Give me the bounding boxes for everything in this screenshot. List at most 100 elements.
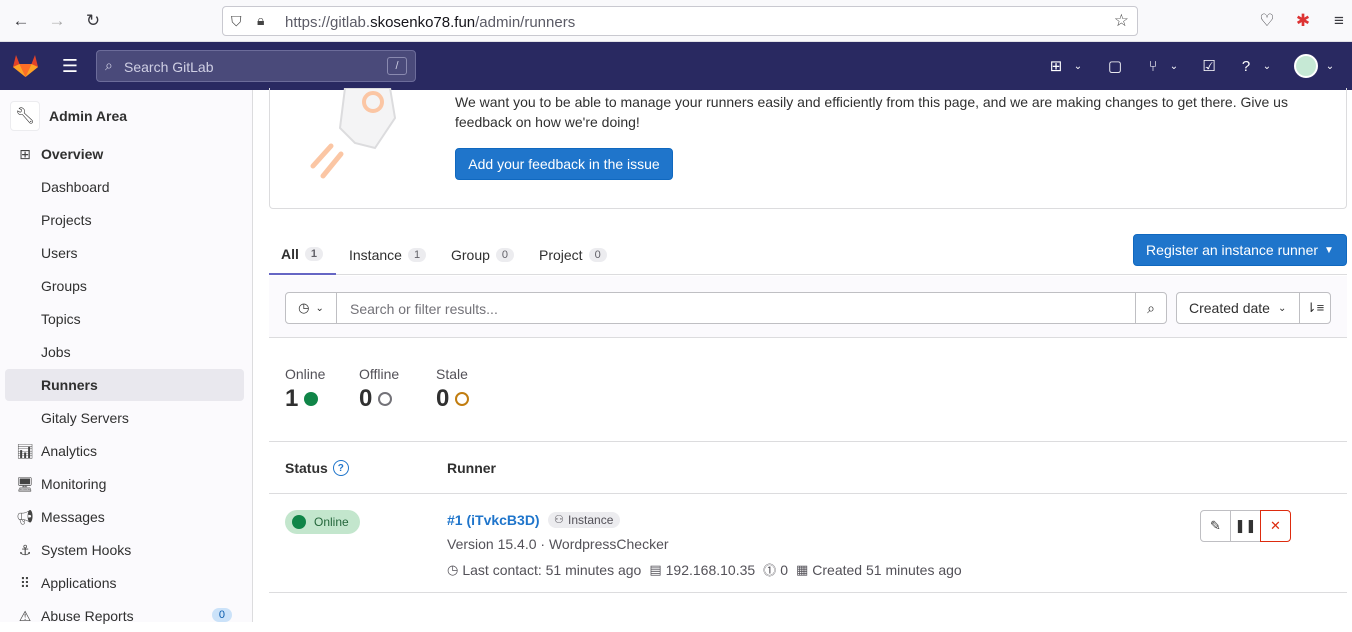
ip-address-icon: ▤ xyxy=(649,561,662,577)
reload-icon[interactable]: ↻ xyxy=(82,10,104,32)
delete-button[interactable]: ✕ xyxy=(1260,510,1291,542)
chevron-down-icon: ▼ xyxy=(1324,244,1334,256)
count-badge: 0 xyxy=(211,608,232,622)
sidebar-item-monitoring[interactable]: 🖥︎ Monitoring xyxy=(5,468,244,500)
new-item-icon[interactable]: ⊞ xyxy=(1046,56,1066,76)
sidebar-item-abuse-reports[interactable]: ⚠︎ Abuse Reports 0 xyxy=(5,600,244,632)
search-history-button[interactable]: ◷ ⌄ xyxy=(285,292,337,324)
sidebar-header[interactable]: 🔧︎ Admin Area xyxy=(10,100,127,132)
gitlab-top-nav: ☰ ⌕ Search GitLab / ⊞ ⌄ ▢ ⑂ ⌄ ☑ ? ⌄ ⌄ xyxy=(0,42,1352,90)
sidebar-item-topics[interactable]: Topics xyxy=(5,303,244,335)
question-circle-icon[interactable]: ? xyxy=(332,460,349,476)
offline-status-icon xyxy=(378,392,393,406)
register-runner-button[interactable]: Register an instance runner ▼ xyxy=(1133,234,1347,266)
sort-dropdown[interactable]: Created date ⌄ xyxy=(1176,292,1300,324)
pencil-icon: ✎ xyxy=(1210,518,1221,533)
table-row: Online #1 (iTvkcB3D) ⚇ Instance Version 1… xyxy=(269,494,1347,593)
sidebar-item-messages[interactable]: 📢︎ Messages xyxy=(5,501,244,533)
chevron-down-icon[interactable]: ⌄ xyxy=(1068,56,1088,76)
sidebar-item-system-hooks[interactable]: ⚓︎ System Hooks xyxy=(5,534,244,566)
tab-group[interactable]: Group 0 xyxy=(451,235,515,275)
pipeline-icon: ⓵ xyxy=(763,563,777,578)
rocket-illustration-icon xyxy=(310,88,397,179)
tab-instance[interactable]: Instance 1 xyxy=(349,235,427,275)
tab-project[interactable]: Project 0 xyxy=(539,235,607,275)
sidebar-item-jobs[interactable]: Jobs xyxy=(5,336,244,368)
analytics-icon: 📊︎ xyxy=(16,442,34,459)
hamburger-menu-icon[interactable]: ☰ xyxy=(60,56,80,76)
messages-icon: 📢︎ xyxy=(16,508,34,525)
extension-icon[interactable]: ✱ xyxy=(1292,10,1314,32)
sidebar-item-dashboard[interactable]: Dashboard xyxy=(5,171,244,203)
overview-icon: ⊞ xyxy=(19,145,31,162)
address-bar[interactable]: ⛉ 🔒︎ https://gitlab.skosenko78.fun/admin… xyxy=(222,6,1138,36)
runner-stats: Online 1 Offline 0 Stale 0 xyxy=(269,338,1347,442)
browser-toolbar: ← → ↻ ⛉ 🔒︎ https://gitlab.skosenko78.fun… xyxy=(0,0,1352,42)
sort-lowest-icon: ⇂≡ xyxy=(1305,300,1325,315)
hook-icon: ⚓︎ xyxy=(18,541,32,558)
filter-search-button[interactable]: ⌕ xyxy=(1135,292,1167,324)
monitoring-icon: 🖥︎ xyxy=(16,475,34,492)
sidebar-item-overview[interactable]: ⊞ Overview xyxy=(5,138,244,170)
todos-icon[interactable]: ☑ xyxy=(1199,56,1219,76)
user-avatar[interactable] xyxy=(1294,54,1318,78)
sidebar-item-users[interactable]: Users xyxy=(5,237,244,269)
sidebar-item-groups[interactable]: Groups xyxy=(5,270,244,302)
sort-direction-button[interactable]: ⇂≡ xyxy=(1299,292,1331,324)
sidebar-item-gitaly-servers[interactable]: Gitaly Servers xyxy=(5,402,244,434)
help-icon[interactable]: ? xyxy=(1236,56,1256,76)
global-search-input[interactable]: ⌕ Search GitLab / xyxy=(96,50,416,82)
menu-icon[interactable]: ≡ xyxy=(1328,10,1350,32)
sidebar-item-applications[interactable]: ⠿ Applications xyxy=(5,567,244,599)
runner-link[interactable]: #1 (iTvkcB3D) xyxy=(447,512,540,528)
pause-button[interactable]: ❚❚ xyxy=(1230,510,1261,542)
runner-version: Version 15.4.0 · WordpressChecker xyxy=(447,536,669,552)
bookmark-star-icon[interactable]: ☆ xyxy=(1114,11,1129,31)
sidebar-item-runners[interactable]: Runners xyxy=(5,369,244,401)
sidebar-title: Admin Area xyxy=(49,108,128,124)
banner-text: We want you to be able to manage your ru… xyxy=(455,94,1288,130)
sidebar-item-projects[interactable]: Projects xyxy=(5,204,244,236)
feedback-button[interactable]: Add your feedback in the issue xyxy=(455,148,673,180)
chevron-down-icon[interactable]: ⌄ xyxy=(1320,56,1340,76)
shield-icon: ⛉ xyxy=(231,13,242,29)
clock-icon: ◷ xyxy=(447,561,459,577)
pocket-icon[interactable]: ♡ xyxy=(1256,10,1278,32)
chevron-down-icon: ⌄ xyxy=(315,302,324,314)
admin-sidebar: 🔧︎ Admin Area ⊞ Overview Dashboard Projec… xyxy=(0,90,253,624)
column-runner: Runner xyxy=(447,460,496,476)
main-content: We want you to be able to manage your ru… xyxy=(254,88,1352,622)
users-icon: ⚇ xyxy=(554,514,564,526)
sidebar-item-analytics[interactable]: 📊︎ Analytics xyxy=(5,435,244,467)
stat-offline: Offline 0 xyxy=(359,366,400,412)
status-badge: Online xyxy=(285,510,360,534)
forward-icon[interactable]: → xyxy=(46,10,68,32)
search-icon: ⌕ xyxy=(105,57,113,73)
calendar-icon: ▦ xyxy=(795,561,809,577)
wrench-icon: 🔧︎ xyxy=(10,101,40,131)
runner-type-tabs: All 1 Instance 1 Group 0 Project 0 Register … xyxy=(269,234,1347,275)
chevron-down-icon[interactable]: ⌄ xyxy=(1164,56,1184,76)
merge-requests-icon[interactable]: ⑂ xyxy=(1143,56,1163,76)
applications-icon: ⠿ xyxy=(19,574,31,591)
chevron-down-icon[interactable]: ⌄ xyxy=(1257,56,1277,76)
edit-button[interactable]: ✎ xyxy=(1200,510,1231,542)
search-shortcut-hint: / xyxy=(387,57,407,75)
online-status-icon xyxy=(292,515,306,529)
filter-bar: ◷ ⌄ Search or filter results... ⌕ Created… xyxy=(269,276,1347,338)
column-status: Status? xyxy=(285,460,349,476)
close-icon: ✕ xyxy=(1270,518,1281,533)
feedback-banner: We want you to be able to manage your ru… xyxy=(269,88,1347,209)
runner-actions: ✎ ❚❚ ✕ xyxy=(1200,510,1291,542)
stat-stale: Stale 0 xyxy=(436,366,470,412)
pause-icon: ❚❚ xyxy=(1234,518,1257,533)
issues-icon[interactable]: ▢ xyxy=(1105,56,1125,76)
abuse-icon: ⚠︎ xyxy=(18,607,32,624)
online-status-icon xyxy=(304,392,319,406)
stat-online: Online 1 xyxy=(285,366,326,412)
back-icon[interactable]: ← xyxy=(10,10,32,32)
gitlab-logo-icon[interactable] xyxy=(12,52,39,81)
tab-all[interactable]: All 1 xyxy=(269,235,336,275)
filter-search-input[interactable]: Search or filter results... xyxy=(336,292,1136,324)
history-icon: ◷ xyxy=(298,300,310,315)
